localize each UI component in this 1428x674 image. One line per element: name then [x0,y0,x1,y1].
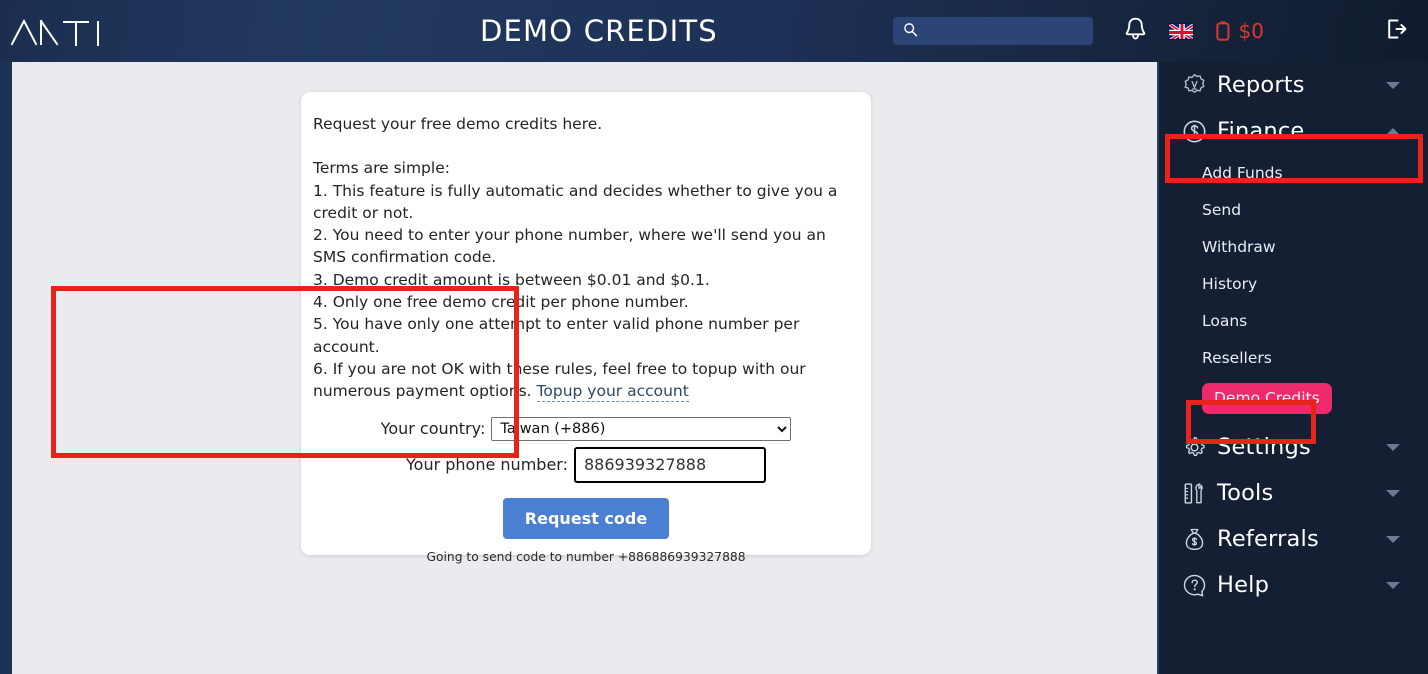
sidebar-item-reports[interactable]: Reports [1159,62,1428,108]
sidebar-item-loans[interactable]: Loans [1159,302,1428,339]
term-item-2: 2. You need to enter your phone number, … [313,226,826,267]
sidebar-item-add-funds[interactable]: Add Funds [1159,154,1428,191]
header-actions: $0 [892,0,1428,62]
badge-seal-icon [1181,72,1207,98]
demo-credits-card: Request your free demo credits here. Ter… [301,92,871,564]
send-note: Going to send code to number +8868869393… [426,549,746,564]
brand-logo[interactable] [0,0,160,62]
question-circle-icon [1181,572,1207,598]
chevron-down-icon[interactable] [1386,536,1400,543]
phone-input[interactable] [573,446,766,483]
search-input[interactable] [925,22,1076,40]
search-icon [903,22,918,41]
sidebar-subitem-label: Add Funds [1202,163,1283,182]
sidebar-subitem-label: Loans [1202,311,1248,330]
language-flag-icon[interactable] [1167,22,1194,40]
sidebar-item-tools[interactable]: Tools [1159,470,1428,516]
sidebar-item-finance[interactable]: Finance [1159,108,1428,154]
phone-row: Your phone number: [313,446,859,483]
sidebar-item-history[interactable]: History [1159,265,1428,302]
terms-heading: Terms are simple: [313,159,450,178]
sidebar-subitem-label: Withdraw [1202,237,1276,256]
money-bag-icon [1181,526,1207,552]
top-header: DEMO CREDITS $0 [0,0,1428,62]
sidebar-subitem-label: History [1202,274,1258,293]
sidebar-item-help[interactable]: Help [1159,562,1428,608]
sidebar-item-settings[interactable]: Settings [1159,424,1428,470]
card-body: Request your free demo credits here. Ter… [313,106,859,403]
wallet-icon [1215,20,1230,42]
chevron-down-icon[interactable] [1386,82,1400,89]
sidebar-item-demo-credits[interactable]: Demo Credits [1159,376,1428,420]
term-item-5: 5. You have only one attempt to enter va… [313,315,800,356]
main-content: Request your free demo credits here. Ter… [12,62,1157,674]
right-sidebar: Reports Finance Add Funds Send Withdraw [1157,62,1428,674]
notifications-button[interactable] [1123,16,1148,47]
sidebar-item-resellers[interactable]: Resellers [1159,339,1428,376]
chevron-down-icon[interactable] [1386,490,1400,497]
country-select[interactable]: Taiwan (+886) [491,416,792,441]
page-root: DEMO CREDITS $0 Request your free demo c… [0,0,1428,674]
term-item-3: 3. Demo credit amount is between $0.01 a… [313,270,710,289]
page-title: DEMO CREDITS [480,14,718,48]
ruler-wrench-icon [1181,480,1207,506]
chevron-up-icon[interactable] [1386,128,1400,135]
dollar-circle-icon [1181,118,1207,144]
sidebar-item-label: Settings [1217,434,1311,460]
sidebar-subitem-label: Demo Credits [1202,382,1332,414]
sidebar-item-label: Tools [1217,480,1274,506]
sidebar-item-label: Help [1217,572,1270,598]
sidebar-item-label: Finance [1217,118,1305,144]
request-code-form: Your country: Taiwan (+886) Your phone n… [313,403,859,564]
request-code-button[interactable]: Request code [502,497,670,539]
card-intro: Request your free demo credits here. [313,115,603,133]
gear-icon [1181,434,1207,460]
term-item-1: 1. This feature is fully automatic and d… [313,181,838,222]
sidebar-item-label: Referrals [1217,526,1319,552]
country-row: Your country: Taiwan (+886) [313,416,859,441]
logout-icon [1384,17,1408,45]
chevron-down-icon[interactable] [1386,444,1400,451]
sidebar-subitem-label: Send [1202,200,1242,219]
country-label: Your country: [380,419,486,439]
sidebar-subitem-label: Resellers [1202,348,1272,367]
topup-account-link[interactable]: Topup your account [536,382,689,403]
search-box[interactable] [892,17,1093,45]
balance-amount: $0 [1238,19,1264,43]
sidebar-item-referrals[interactable]: Referrals [1159,516,1428,562]
chevron-down-icon[interactable] [1386,582,1400,589]
balance-indicator[interactable]: $0 [1215,19,1264,43]
bell-icon [1123,16,1148,47]
term-item-4: 4. Only one free demo credit per phone n… [313,293,689,312]
term-item-6: 6. If you are not OK with these rules, f… [313,358,859,403]
sidebar-item-send[interactable]: Send [1159,191,1428,228]
sidebar-item-withdraw[interactable]: Withdraw [1159,228,1428,265]
sidebar-item-label: Reports [1217,72,1305,98]
left-accent-strip [0,62,12,674]
logout-button[interactable] [1384,17,1408,45]
submit-row: Request code [313,497,859,539]
phone-label: Your phone number: [406,455,568,475]
